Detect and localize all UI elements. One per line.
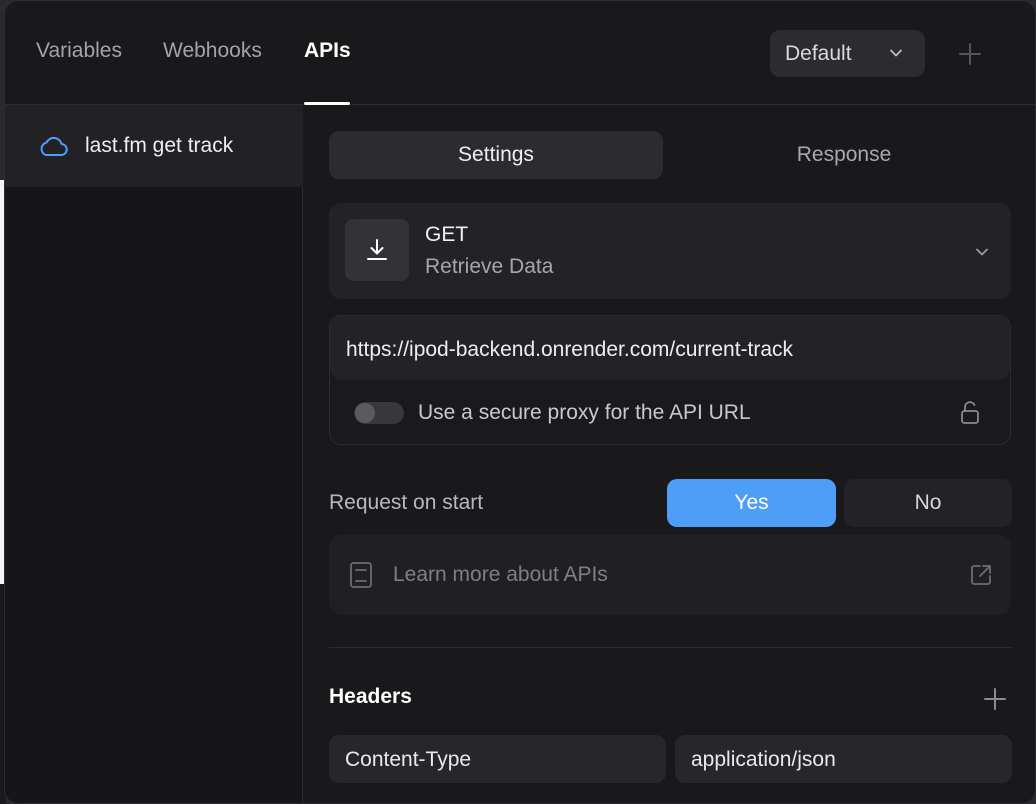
tab-webhooks[interactable]: Webhooks: [163, 39, 262, 63]
external-link-icon: [971, 565, 991, 585]
download-icon: [367, 239, 387, 260]
top-bar: Variables Webhooks APIs Default: [5, 1, 1035, 105]
url-input[interactable]: https://ipod-backend.onrender.com/curren…: [330, 316, 1010, 380]
settings-response-switch: Settings Response: [329, 131, 1011, 179]
header-value-input[interactable]: application/json: [675, 735, 1012, 783]
url-card: https://ipod-backend.onrender.com/curren…: [329, 315, 1011, 445]
headers-title: Headers: [329, 685, 412, 708]
sidebar: last.fm get track: [5, 105, 303, 803]
api-settings-main: Settings Response GET Retrieve Data http…: [303, 105, 1035, 803]
chevron-down-icon: [976, 248, 988, 256]
sidebar-item-last-fm-get-track[interactable]: last.fm get track: [5, 105, 303, 187]
cloud-icon: [40, 136, 68, 156]
method-description: Retrieve Data: [425, 255, 554, 278]
request-on-start-yes-button[interactable]: Yes: [667, 479, 836, 527]
add-header-plus-icon[interactable]: [983, 687, 1007, 711]
tab-apis[interactable]: APIs: [304, 39, 351, 63]
secure-proxy-toggle[interactable]: [354, 402, 404, 424]
environment-label: Default: [785, 41, 852, 65]
method-name: GET: [425, 223, 469, 246]
tab-settings[interactable]: Settings: [329, 131, 663, 179]
unlock-icon[interactable]: [960, 400, 980, 426]
chevron-down-icon: [890, 49, 902, 57]
method-select[interactable]: GET Retrieve Data: [329, 203, 1011, 299]
book-icon: [350, 562, 372, 588]
secure-proxy-label: Use a secure proxy for the API URL: [418, 401, 751, 424]
section-divider: [329, 647, 1011, 648]
request-on-start-no-button[interactable]: No: [844, 479, 1012, 527]
learn-more-text: Learn more about APIs: [393, 563, 608, 586]
request-on-start-label: Request on start: [329, 491, 484, 514]
method-icon-box: [345, 219, 409, 281]
sidebar-item-label: last.fm get track: [85, 134, 234, 157]
plus-icon[interactable]: [958, 42, 982, 66]
header-key-input[interactable]: Content-Type: [329, 735, 666, 783]
environment-dropdown[interactable]: Default: [770, 30, 925, 77]
tab-variables[interactable]: Variables: [36, 39, 122, 63]
toggle-knob: [355, 403, 375, 423]
tab-response[interactable]: Response: [677, 131, 1011, 179]
api-panel: Variables Webhooks APIs Default last.fm …: [4, 0, 1036, 804]
learn-more-link[interactable]: Learn more about APIs: [329, 535, 1011, 615]
